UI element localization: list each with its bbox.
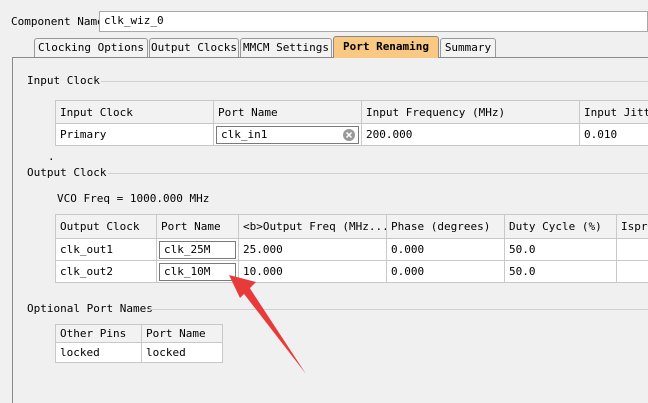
output-clock-cell: clk_out2 xyxy=(55,260,157,283)
output-port-name-header: Port Name xyxy=(156,214,239,239)
phase-cell: 0.000 xyxy=(386,260,505,283)
tab-summary[interactable]: Summary xyxy=(440,38,496,57)
stray-dot: . xyxy=(48,150,55,163)
input-clock-table: Input Clock Port Name Input Frequency (M… xyxy=(55,100,648,146)
input-clock-cell: Primary xyxy=(55,123,214,146)
input-clock-header: Input Clock xyxy=(55,100,214,124)
output-port-cell[interactable]: clk_25M xyxy=(156,238,239,261)
table-row: clk_out1 clk_25M 25.000 0.000 50.0 xyxy=(55,238,648,261)
tab-port-renaming[interactable]: Port Renaming xyxy=(333,36,439,58)
ispre-cell xyxy=(616,260,648,283)
port-name-cell[interactable]: clk_in1 xyxy=(213,123,362,146)
table-row: clk_out2 clk_10M 10.000 0.000 50.0 xyxy=(55,260,648,283)
optional-ports-table: Other Pins Port Name locked locked xyxy=(55,324,223,363)
other-pins-header: Other Pins xyxy=(55,324,142,343)
input-jitter-header: Input Jitte xyxy=(579,100,648,124)
output-freq-header: <b>Output Freq (MHz... xyxy=(238,214,387,239)
ispre-header: Ispre xyxy=(616,214,648,239)
optional-ports-section-title: Optional Port Names xyxy=(27,302,153,315)
port-name-header: Port Name xyxy=(213,100,362,124)
input-clock-section-title: Input Clock xyxy=(27,74,100,87)
input-jitter-cell[interactable]: 0.010 xyxy=(579,123,648,146)
tab-mmcm-settings[interactable]: MMCM Settings xyxy=(240,38,332,57)
input-frequency-header: Input Frequency (MHz) xyxy=(361,100,580,124)
optional-port-name-header: Port Name xyxy=(141,324,223,343)
tab-divider xyxy=(12,57,648,58)
output-port-cell[interactable]: clk_10M xyxy=(156,260,239,283)
optional-ports-rule xyxy=(148,309,648,310)
clk-in1-value: clk_in1 xyxy=(221,127,268,141)
tab-clocking-options[interactable]: Clocking Options xyxy=(34,38,148,57)
clk-10m-input[interactable]: clk_10M xyxy=(159,262,236,281)
clear-icon[interactable] xyxy=(343,128,355,141)
input-clock-rule xyxy=(101,81,648,82)
output-freq-cell: 25.000 xyxy=(238,238,387,261)
ispre-cell xyxy=(616,238,648,261)
phase-cell: 0.000 xyxy=(386,238,505,261)
output-clock-section-title: Output Clock xyxy=(27,166,107,179)
output-clock-table: Output Clock Port Name <b>Output Freq (M… xyxy=(55,214,648,283)
tab-output-clocks[interactable]: Output Clocks xyxy=(149,38,239,57)
component-name-input[interactable]: clk_wiz_0 xyxy=(99,11,648,32)
clk-25m-input[interactable]: clk_25M xyxy=(159,240,236,259)
duty-cycle-cell: 50.0 xyxy=(504,260,617,283)
vco-freq-label: VCO Freq = 1000.000 MHz xyxy=(57,192,210,205)
duty-cycle-cell: 50.0 xyxy=(504,238,617,261)
duty-cycle-header: Duty Cycle (%) xyxy=(504,214,617,239)
output-freq-cell: 10.000 xyxy=(238,260,387,283)
output-clock-rule xyxy=(108,173,648,174)
locked-port-input[interactable]: locked xyxy=(141,342,223,363)
output-clock-header: Output Clock xyxy=(55,214,157,239)
other-pin-cell: locked xyxy=(55,342,142,363)
phase-header: Phase (degrees) xyxy=(386,214,505,239)
input-frequency-cell[interactable]: 200.000 xyxy=(361,123,580,146)
output-clock-cell: clk_out1 xyxy=(55,238,157,261)
component-name-label: Component Name xyxy=(11,15,104,28)
clk-in1-input[interactable]: clk_in1 xyxy=(216,125,359,144)
